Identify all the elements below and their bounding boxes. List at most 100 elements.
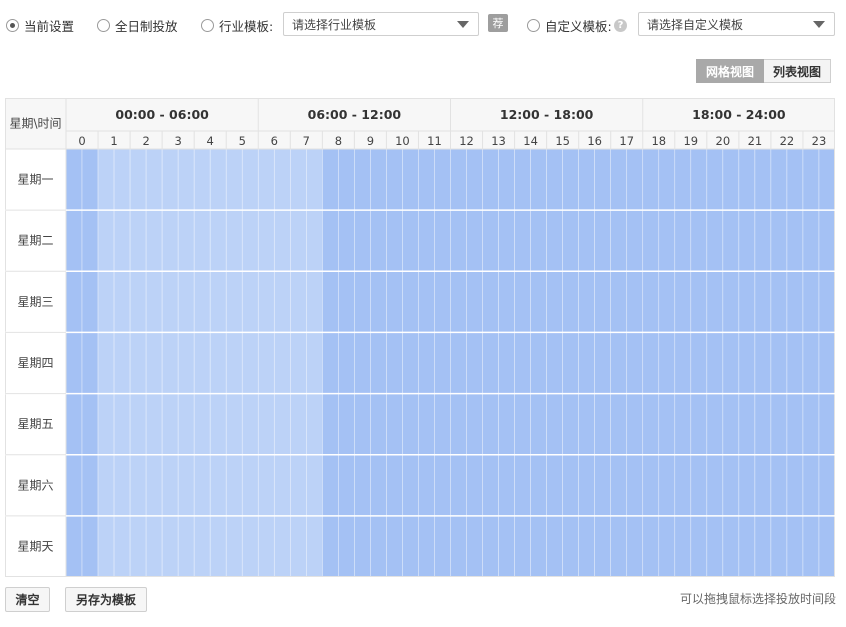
time-slot-cell[interactable] xyxy=(562,209,579,272)
time-slot-cell[interactable] xyxy=(257,515,275,577)
time-slot-cell[interactable] xyxy=(161,515,179,577)
time-slot-cell[interactable] xyxy=(306,515,323,577)
time-slot-cell[interactable] xyxy=(658,393,676,456)
time-slot-cell[interactable] xyxy=(626,515,644,577)
time-slot-cell[interactable] xyxy=(626,148,644,211)
time-slot-cell[interactable] xyxy=(610,270,628,333)
time-slot-cell[interactable] xyxy=(690,454,708,517)
time-slot-cell[interactable] xyxy=(642,209,660,272)
time-slot-cell[interactable] xyxy=(161,148,179,211)
time-slot-cell[interactable] xyxy=(338,393,355,456)
time-slot-cell[interactable] xyxy=(81,454,99,517)
time-slot-cell[interactable] xyxy=(354,454,371,517)
time-slot-cell[interactable] xyxy=(225,454,243,517)
time-slot-cell[interactable] xyxy=(674,209,692,272)
time-slot-cell[interactable] xyxy=(658,209,676,272)
time-slot-cell[interactable] xyxy=(338,270,355,333)
time-slot-cell[interactable] xyxy=(786,515,804,577)
time-slot-cell[interactable] xyxy=(706,515,724,577)
time-slot-cell[interactable] xyxy=(322,515,339,577)
time-slot-cell[interactable] xyxy=(578,148,595,211)
time-slot-cell[interactable] xyxy=(818,454,835,517)
time-slot-cell[interactable] xyxy=(610,209,628,272)
time-slot-cell[interactable] xyxy=(145,515,163,577)
time-slot-cell[interactable] xyxy=(674,393,692,456)
time-slot-cell[interactable] xyxy=(370,454,387,517)
time-slot-cell[interactable] xyxy=(129,209,147,272)
time-slot-cell[interactable] xyxy=(402,454,419,517)
time-slot-cell[interactable] xyxy=(674,270,692,333)
time-slot-cell[interactable] xyxy=(145,148,163,211)
time-slot-cell[interactable] xyxy=(738,515,756,577)
time-slot-cell[interactable] xyxy=(802,393,820,456)
time-slot-cell[interactable] xyxy=(402,270,419,333)
time-slot-cell[interactable] xyxy=(322,454,339,517)
time-slot-cell[interactable] xyxy=(482,270,499,333)
time-slot-cell[interactable] xyxy=(690,393,708,456)
time-slot-cell[interactable] xyxy=(402,209,419,272)
time-slot-cell[interactable] xyxy=(129,515,147,577)
time-slot-cell[interactable] xyxy=(738,393,756,456)
time-slot-cell[interactable] xyxy=(113,515,131,577)
time-slot-cell[interactable] xyxy=(770,148,788,211)
time-slot-cell[interactable] xyxy=(289,148,307,211)
time-slot-cell[interactable] xyxy=(273,209,291,272)
time-slot-cell[interactable] xyxy=(658,332,676,394)
list-view-button[interactable]: 列表视图 xyxy=(764,59,832,83)
time-slot-cell[interactable] xyxy=(546,148,563,211)
time-slot-cell[interactable] xyxy=(594,148,612,211)
time-slot-cell[interactable] xyxy=(386,332,403,394)
time-slot-cell[interactable] xyxy=(241,393,259,456)
time-slot-cell[interactable] xyxy=(418,148,435,211)
time-slot-cell[interactable] xyxy=(418,270,435,333)
time-slot-cell[interactable] xyxy=(594,454,612,517)
time-slot-cell[interactable] xyxy=(466,515,483,577)
time-slot-cell[interactable] xyxy=(562,270,579,333)
time-slot-cell[interactable] xyxy=(225,148,243,211)
time-slot-cell[interactable] xyxy=(738,209,756,272)
time-slot-cell[interactable] xyxy=(770,515,788,577)
time-slot-cell[interactable] xyxy=(722,515,740,577)
time-slot-cell[interactable] xyxy=(610,454,628,517)
time-slot-cell[interactable] xyxy=(482,332,499,394)
time-slot-cell[interactable] xyxy=(434,209,451,272)
time-slot-cell[interactable] xyxy=(818,332,835,394)
time-slot-cell[interactable] xyxy=(177,209,195,272)
time-slot-cell[interactable] xyxy=(546,515,563,577)
time-slot-cell[interactable] xyxy=(65,454,83,517)
time-slot-cell[interactable] xyxy=(562,515,579,577)
schedule-grid[interactable]: 星期\时间 00:00 - 06:00 06:00 - 12:00 12:00 - 1… xyxy=(5,98,835,577)
time-slot-cell[interactable] xyxy=(113,332,131,394)
time-slot-cell[interactable] xyxy=(498,515,515,577)
time-slot-cell[interactable] xyxy=(530,270,547,333)
time-slot-cell[interactable] xyxy=(257,270,275,333)
time-slot-cell[interactable] xyxy=(434,454,451,517)
time-slot-cell[interactable] xyxy=(450,393,467,456)
time-slot-cell[interactable] xyxy=(690,515,708,577)
time-slot-cell[interactable] xyxy=(498,454,515,517)
time-slot-cell[interactable] xyxy=(498,270,515,333)
time-slot-cell[interactable] xyxy=(354,209,371,272)
time-slot-cell[interactable] xyxy=(642,148,660,211)
time-slot-cell[interactable] xyxy=(354,393,371,456)
time-slot-cell[interactable] xyxy=(113,454,131,517)
time-slot-cell[interactable] xyxy=(434,332,451,394)
time-slot-cell[interactable] xyxy=(514,332,531,394)
time-slot-cell[interactable] xyxy=(129,332,147,394)
radio-custom-template[interactable]: 自定义模板: xyxy=(527,11,612,39)
time-slot-cell[interactable] xyxy=(610,515,628,577)
time-slot-cell[interactable] xyxy=(658,515,676,577)
time-slot-cell[interactable] xyxy=(338,454,355,517)
radio-industry-template[interactable]: 行业模板: xyxy=(201,11,273,39)
time-slot-cell[interactable] xyxy=(338,332,355,394)
time-slot-cell[interactable] xyxy=(514,209,531,272)
time-slot-cell[interactable] xyxy=(354,148,371,211)
time-slot-cell[interactable] xyxy=(225,332,243,394)
time-slot-cell[interactable] xyxy=(722,209,740,272)
time-slot-cell[interactable] xyxy=(818,393,835,456)
time-slot-cell[interactable] xyxy=(706,393,724,456)
time-slot-cell[interactable] xyxy=(594,393,612,456)
radio-button[interactable] xyxy=(201,18,214,32)
time-slot-cell[interactable] xyxy=(65,148,83,211)
time-slot-cell[interactable] xyxy=(642,515,660,577)
